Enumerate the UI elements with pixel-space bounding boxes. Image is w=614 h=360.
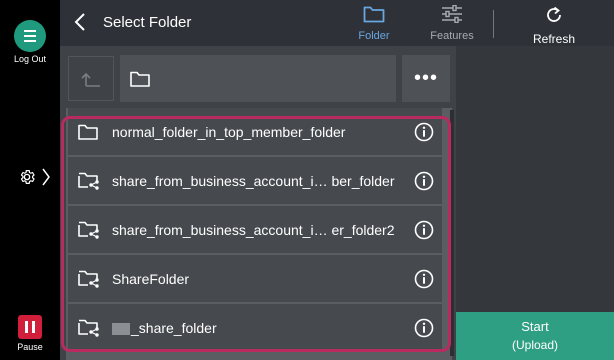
- start-label: Start: [521, 319, 549, 334]
- folder-icon-wrap: [78, 124, 100, 140]
- pause-label: Pause: [17, 342, 43, 352]
- shared-folder-icon: [78, 221, 99, 239]
- parent-folder-button[interactable]: [68, 56, 114, 101]
- back-button[interactable]: [74, 12, 86, 37]
- folder-icon: [130, 71, 150, 87]
- shared-folder-icon-wrap: [78, 221, 100, 239]
- header-bar: Select Folder Folder Features Refresh: [60, 0, 614, 46]
- shared-folder-icon: [78, 319, 99, 337]
- folder-info-button[interactable]: [413, 317, 435, 339]
- folder-name-text: _share_folder: [131, 319, 217, 336]
- chevron-right-icon: [42, 168, 50, 186]
- folder-info-button[interactable]: [413, 170, 435, 192]
- folder-name: share_from_business_account_i… er_folder…: [112, 222, 413, 238]
- scrollbar[interactable]: [450, 110, 454, 356]
- more-options-button[interactable]: •••: [402, 55, 450, 102]
- chevron-left-icon: [74, 13, 85, 31]
- folder-row[interactable]: ShareFolder: [68, 255, 442, 302]
- gear-icon: [20, 170, 35, 184]
- info-icon: [414, 220, 434, 239]
- refresh-icon: [547, 6, 561, 22]
- shared-folder-icon-wrap: [78, 270, 100, 288]
- logout-label: Log Out: [13, 54, 47, 64]
- header-divider: [493, 10, 494, 38]
- settings-toggle[interactable]: [18, 168, 50, 186]
- pause-icon: [25, 321, 35, 333]
- redacted-text: [112, 322, 130, 335]
- tab-features-label: Features: [430, 30, 474, 42]
- refresh-label: Refresh: [532, 32, 576, 46]
- tab-features[interactable]: Features: [420, 4, 484, 42]
- info-icon: [414, 318, 434, 337]
- folder-row[interactable]: _share_folder: [68, 304, 442, 351]
- folder-row[interactable]: share_from_business_account_i… ber_folde…: [68, 157, 442, 204]
- info-icon: [414, 269, 434, 288]
- shared-folder-icon: [78, 172, 99, 190]
- left-rail: Log Out Pause: [0, 0, 60, 360]
- folder-name-text: ShareFolder: [112, 270, 190, 287]
- logout-button[interactable]: [14, 20, 46, 52]
- folder-name-text: normal_folder_in_top_member_folder: [112, 123, 346, 140]
- info-icon: [414, 171, 434, 190]
- folder-name: ShareFolder: [112, 271, 413, 287]
- refresh-button[interactable]: Refresh: [524, 5, 584, 46]
- pause-button[interactable]: [18, 315, 42, 339]
- folder-row[interactable]: share_from_business_account_i… er_folder…: [68, 206, 442, 253]
- page-title: Select Folder: [103, 14, 192, 31]
- folder-name: _share_folder: [112, 320, 413, 336]
- folder-name: share_from_business_account_i… ber_folde…: [112, 173, 413, 189]
- start-upload-button[interactable]: Start (Upload): [456, 312, 614, 360]
- menu-icon: [24, 30, 36, 42]
- up-arrow-icon: [81, 72, 100, 87]
- folder-name: normal_folder_in_top_member_folder: [112, 124, 413, 140]
- shared-folder-icon: [78, 270, 99, 288]
- tab-folder-label: Folder: [358, 30, 390, 42]
- folder-info-button[interactable]: [413, 219, 435, 241]
- sliders-icon: [442, 4, 462, 24]
- folder-info-button[interactable]: [413, 121, 435, 143]
- folder-icon: [78, 124, 98, 140]
- folder-name-text: share_from_business_account_i… er_folder…: [112, 221, 395, 238]
- folder-row[interactable]: normal_folder_in_top_member_folder: [68, 108, 442, 155]
- folder-icon: [363, 6, 385, 23]
- folder-info-button[interactable]: [413, 268, 435, 290]
- tab-folder[interactable]: Folder: [342, 5, 406, 42]
- folder-name-text: share_from_business_account_i… ber_folde…: [112, 172, 395, 189]
- info-icon: [414, 122, 434, 141]
- current-path: [120, 55, 396, 102]
- shared-folder-icon-wrap: [78, 172, 100, 190]
- right-panel: [456, 46, 614, 312]
- start-sublabel: (Upload): [511, 338, 559, 352]
- shared-folder-icon-wrap: [78, 319, 100, 337]
